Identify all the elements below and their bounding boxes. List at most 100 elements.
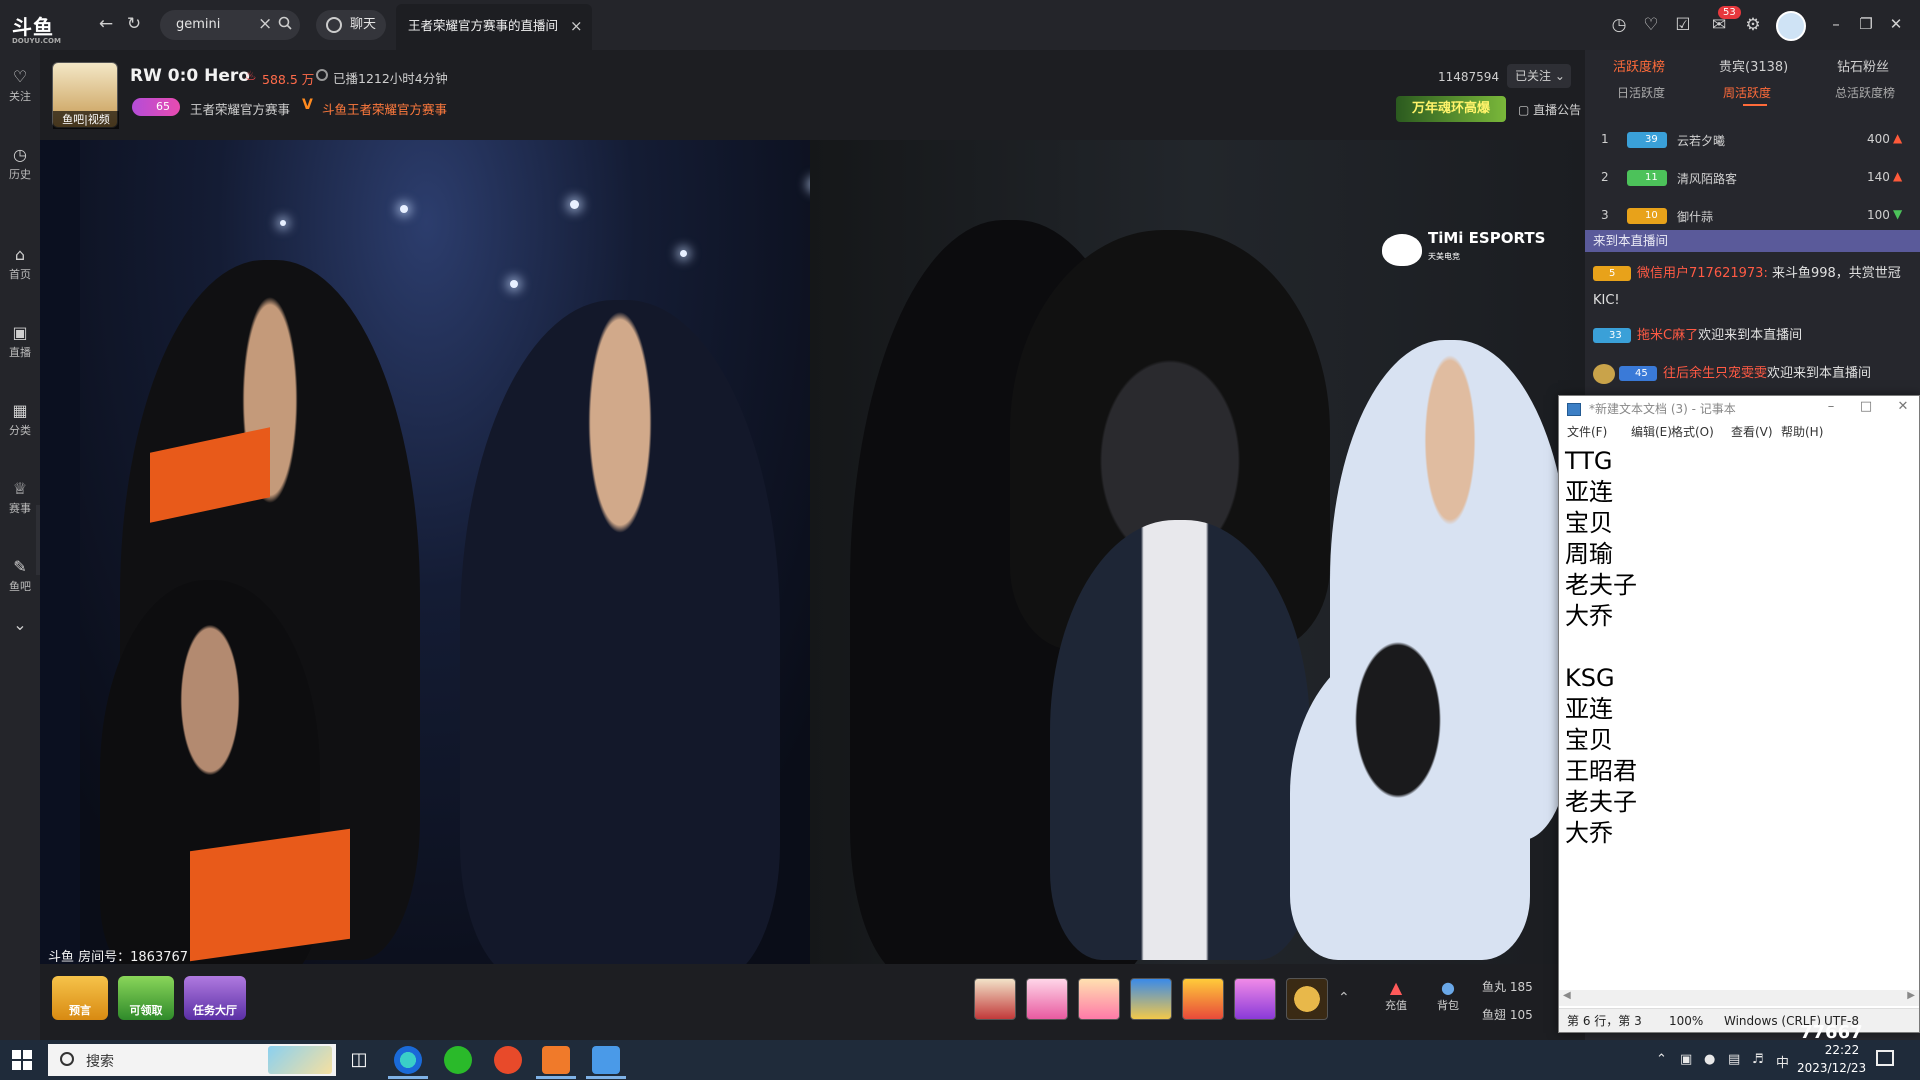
edge-browser-icon[interactable] [394, 1046, 422, 1074]
minimize-icon[interactable]: – [1826, 14, 1846, 34]
douyu-logo[interactable]: 斗鱼 DOUYU.COM [12, 11, 61, 45]
gift-item[interactable] [1078, 978, 1120, 1020]
announcement-button[interactable]: ▢ 直播公告 [1518, 101, 1581, 118]
room-header: 鱼吧|视频 RW 0:0 Hero ♨ 588.5 万 已播1212小时4分钟 … [40, 50, 1585, 140]
official-room-link[interactable]: 斗鱼王者荣耀官方赛事 [322, 99, 447, 118]
wechat-icon[interactable] [444, 1046, 472, 1074]
windows-start-icon[interactable] [12, 1050, 32, 1070]
rank-row[interactable]: 3 10 御什蒜 100 ▼ [1585, 198, 1920, 234]
video-player[interactable]: TiMi ESPORTS 天美电竞 斗鱼 房间号：1863767 [40, 140, 1585, 964]
home-icon: ⌂ [14, 245, 26, 264]
level-badge: 45 [1619, 366, 1657, 381]
tab-activity-rank[interactable]: 活跃度榜 [1613, 56, 1665, 75]
sidebar-item-follow[interactable]: ♡ 关注 [0, 68, 40, 104]
window-close-icon[interactable]: ✕ [1891, 399, 1915, 414]
subtab-weekly[interactable]: 周活跃度 [1723, 84, 1771, 101]
network-icon[interactable]: ▤ [1728, 1052, 1740, 1067]
notepad-window: *新建文本文档 (3) - 记事本 – □ ✕ 文件(F) 编辑(E) 格式(O… [1558, 395, 1920, 1033]
sidebar-item-category[interactable]: ▦ 分类 [0, 402, 40, 438]
gift-item[interactable] [974, 978, 1016, 1020]
menu-edit[interactable]: 编辑(E) [1631, 422, 1672, 442]
claimable-button[interactable]: 可领取 [118, 976, 174, 1020]
menu-view[interactable]: 查看(V) [1731, 422, 1773, 442]
category-link[interactable]: 王者荣耀官方赛事 [190, 99, 290, 118]
chat-button[interactable]: 聊天 [316, 10, 386, 40]
level-badge: 11 [1627, 170, 1667, 186]
refresh-icon[interactable]: ↻ [124, 14, 144, 34]
search-icon [60, 1052, 74, 1066]
search-input[interactable]: gemini [176, 17, 220, 32]
history-icon[interactable]: ◷ [1608, 14, 1630, 36]
restore-icon[interactable]: ❐ [1856, 14, 1876, 34]
clock-date[interactable]: 2023/12/23 [1797, 1061, 1866, 1075]
search-icon[interactable] [278, 16, 292, 30]
user-avatar[interactable] [1776, 11, 1806, 41]
sidebar-item-events[interactable]: ♕ 赛事 [0, 480, 40, 516]
menu-format[interactable]: 格式(O) [1671, 422, 1714, 442]
gift-item[interactable] [1130, 978, 1172, 1020]
clock-icon: ◷ [13, 145, 27, 164]
prophecy-button[interactable]: 预言 [52, 976, 108, 1020]
rank-row[interactable]: 1 39 云若夕曦 400 ▲ [1585, 122, 1920, 158]
trend-up-icon: ▲ [1893, 169, 1903, 183]
favorite-icon[interactable]: ♡ [1640, 14, 1662, 36]
ime-indicator[interactable]: 中 [1776, 1052, 1789, 1071]
subtab-total[interactable]: 总活跃度榜 [1835, 84, 1895, 101]
gift-item[interactable] [1234, 978, 1276, 1020]
clock-time[interactable]: 22:22 [1812, 1043, 1872, 1057]
gift-item[interactable] [1026, 978, 1068, 1020]
task-hall-button[interactable]: 任务大厅 [184, 976, 246, 1020]
promo-banner[interactable]: 万年魂环高爆 [1396, 96, 1506, 122]
task-view-icon[interactable]: ◫ [344, 1046, 374, 1074]
minimize-icon[interactable]: – [1819, 399, 1843, 414]
noble-badge-icon [1593, 363, 1615, 384]
tab-diamond-fans[interactable]: 钻石粉丝 [1837, 56, 1889, 75]
follow-button[interactable]: 已关注 ⌄ [1507, 64, 1571, 88]
menu-help[interactable]: 帮助(H) [1781, 422, 1823, 442]
douyu-app-icon[interactable] [494, 1046, 522, 1074]
sidebar-item-history[interactable]: ◷ 历史 [0, 146, 40, 182]
taskbar-search[interactable]: 搜索 [48, 1044, 336, 1076]
trend-down-icon: ▼ [1893, 207, 1903, 221]
tab-vip[interactable]: 贵宾(3138) [1719, 56, 1788, 75]
avatar-fishbar-video-link[interactable]: 鱼吧|视频 [53, 111, 119, 129]
gift-item[interactable] [1286, 978, 1328, 1020]
notification-center-icon[interactable] [1876, 1050, 1894, 1066]
close-icon[interactable]: × [258, 14, 272, 34]
fan-level-badge[interactable]: 65 [132, 98, 180, 116]
notepad-taskbar-icon[interactable] [592, 1046, 620, 1074]
douyu-live-icon[interactable] [542, 1046, 570, 1074]
microphone-icon[interactable]: ● [1704, 1052, 1715, 1067]
sidebar-item-live[interactable]: ▣ 直播 [0, 324, 40, 360]
settings-icon[interactable]: ⚙ [1742, 14, 1764, 36]
volume-icon[interactable]: ♬ [1752, 1052, 1764, 1067]
search-box[interactable]: gemini × [160, 10, 300, 40]
sidebar-item-fishbar[interactable]: ✎ 鱼吧 [0, 558, 40, 594]
chevron-up-icon[interactable]: ⌃ [1338, 990, 1350, 1006]
menu-file[interactable]: 文件(F) [1567, 422, 1607, 442]
subtab-daily[interactable]: 日活跃度 [1617, 84, 1665, 101]
tab-live-room[interactable]: 王者荣耀官方赛事的直播间 × [396, 4, 592, 50]
tab-close-icon[interactable]: × [570, 4, 583, 48]
back-icon[interactable]: ← [96, 14, 116, 34]
notepad-text-area[interactable]: TTG 亚连 宝贝 周瑜 老夫子 大乔 KSG 亚连 宝贝 王昭君 老夫子 大乔 [1565, 446, 1905, 849]
gift-item[interactable] [1182, 978, 1224, 1020]
chat-username[interactable]: 拖米C麻了 [1637, 328, 1698, 343]
chat-username[interactable]: 往后余生只宠雯雯 [1663, 366, 1767, 381]
bag-icon: ● [1441, 978, 1455, 997]
maximize-icon[interactable]: □ [1854, 399, 1878, 414]
task-icon[interactable]: ☑ [1672, 14, 1694, 36]
anchor-avatar[interactable]: 鱼吧|视频 [52, 62, 119, 129]
recharge-button[interactable]: ▲ 充值 [1376, 978, 1416, 1013]
fire-icon: ♨ [245, 69, 257, 84]
tray-app-icon[interactable]: ▣ [1680, 1052, 1692, 1067]
chat-username[interactable]: 微信用户717621973: [1637, 266, 1768, 281]
backpack-button[interactable]: ● 背包 [1428, 978, 1468, 1013]
window-close-icon[interactable]: ✕ [1886, 14, 1906, 34]
horizontal-scrollbar[interactable]: ◀ ▶ [1559, 990, 1919, 1006]
sidebar-item-home[interactable]: ⌂ 首页 [0, 246, 40, 282]
sidebar-more-chevron-icon[interactable]: ⌄ [0, 616, 40, 634]
tray-chevron-up-icon[interactable]: ⌃ [1656, 1052, 1667, 1067]
chat-message: 33 拖米C麻了欢迎来到本直播间 [1593, 322, 1913, 349]
rank-row[interactable]: 2 11 清风陌路客 140 ▲ [1585, 160, 1920, 196]
